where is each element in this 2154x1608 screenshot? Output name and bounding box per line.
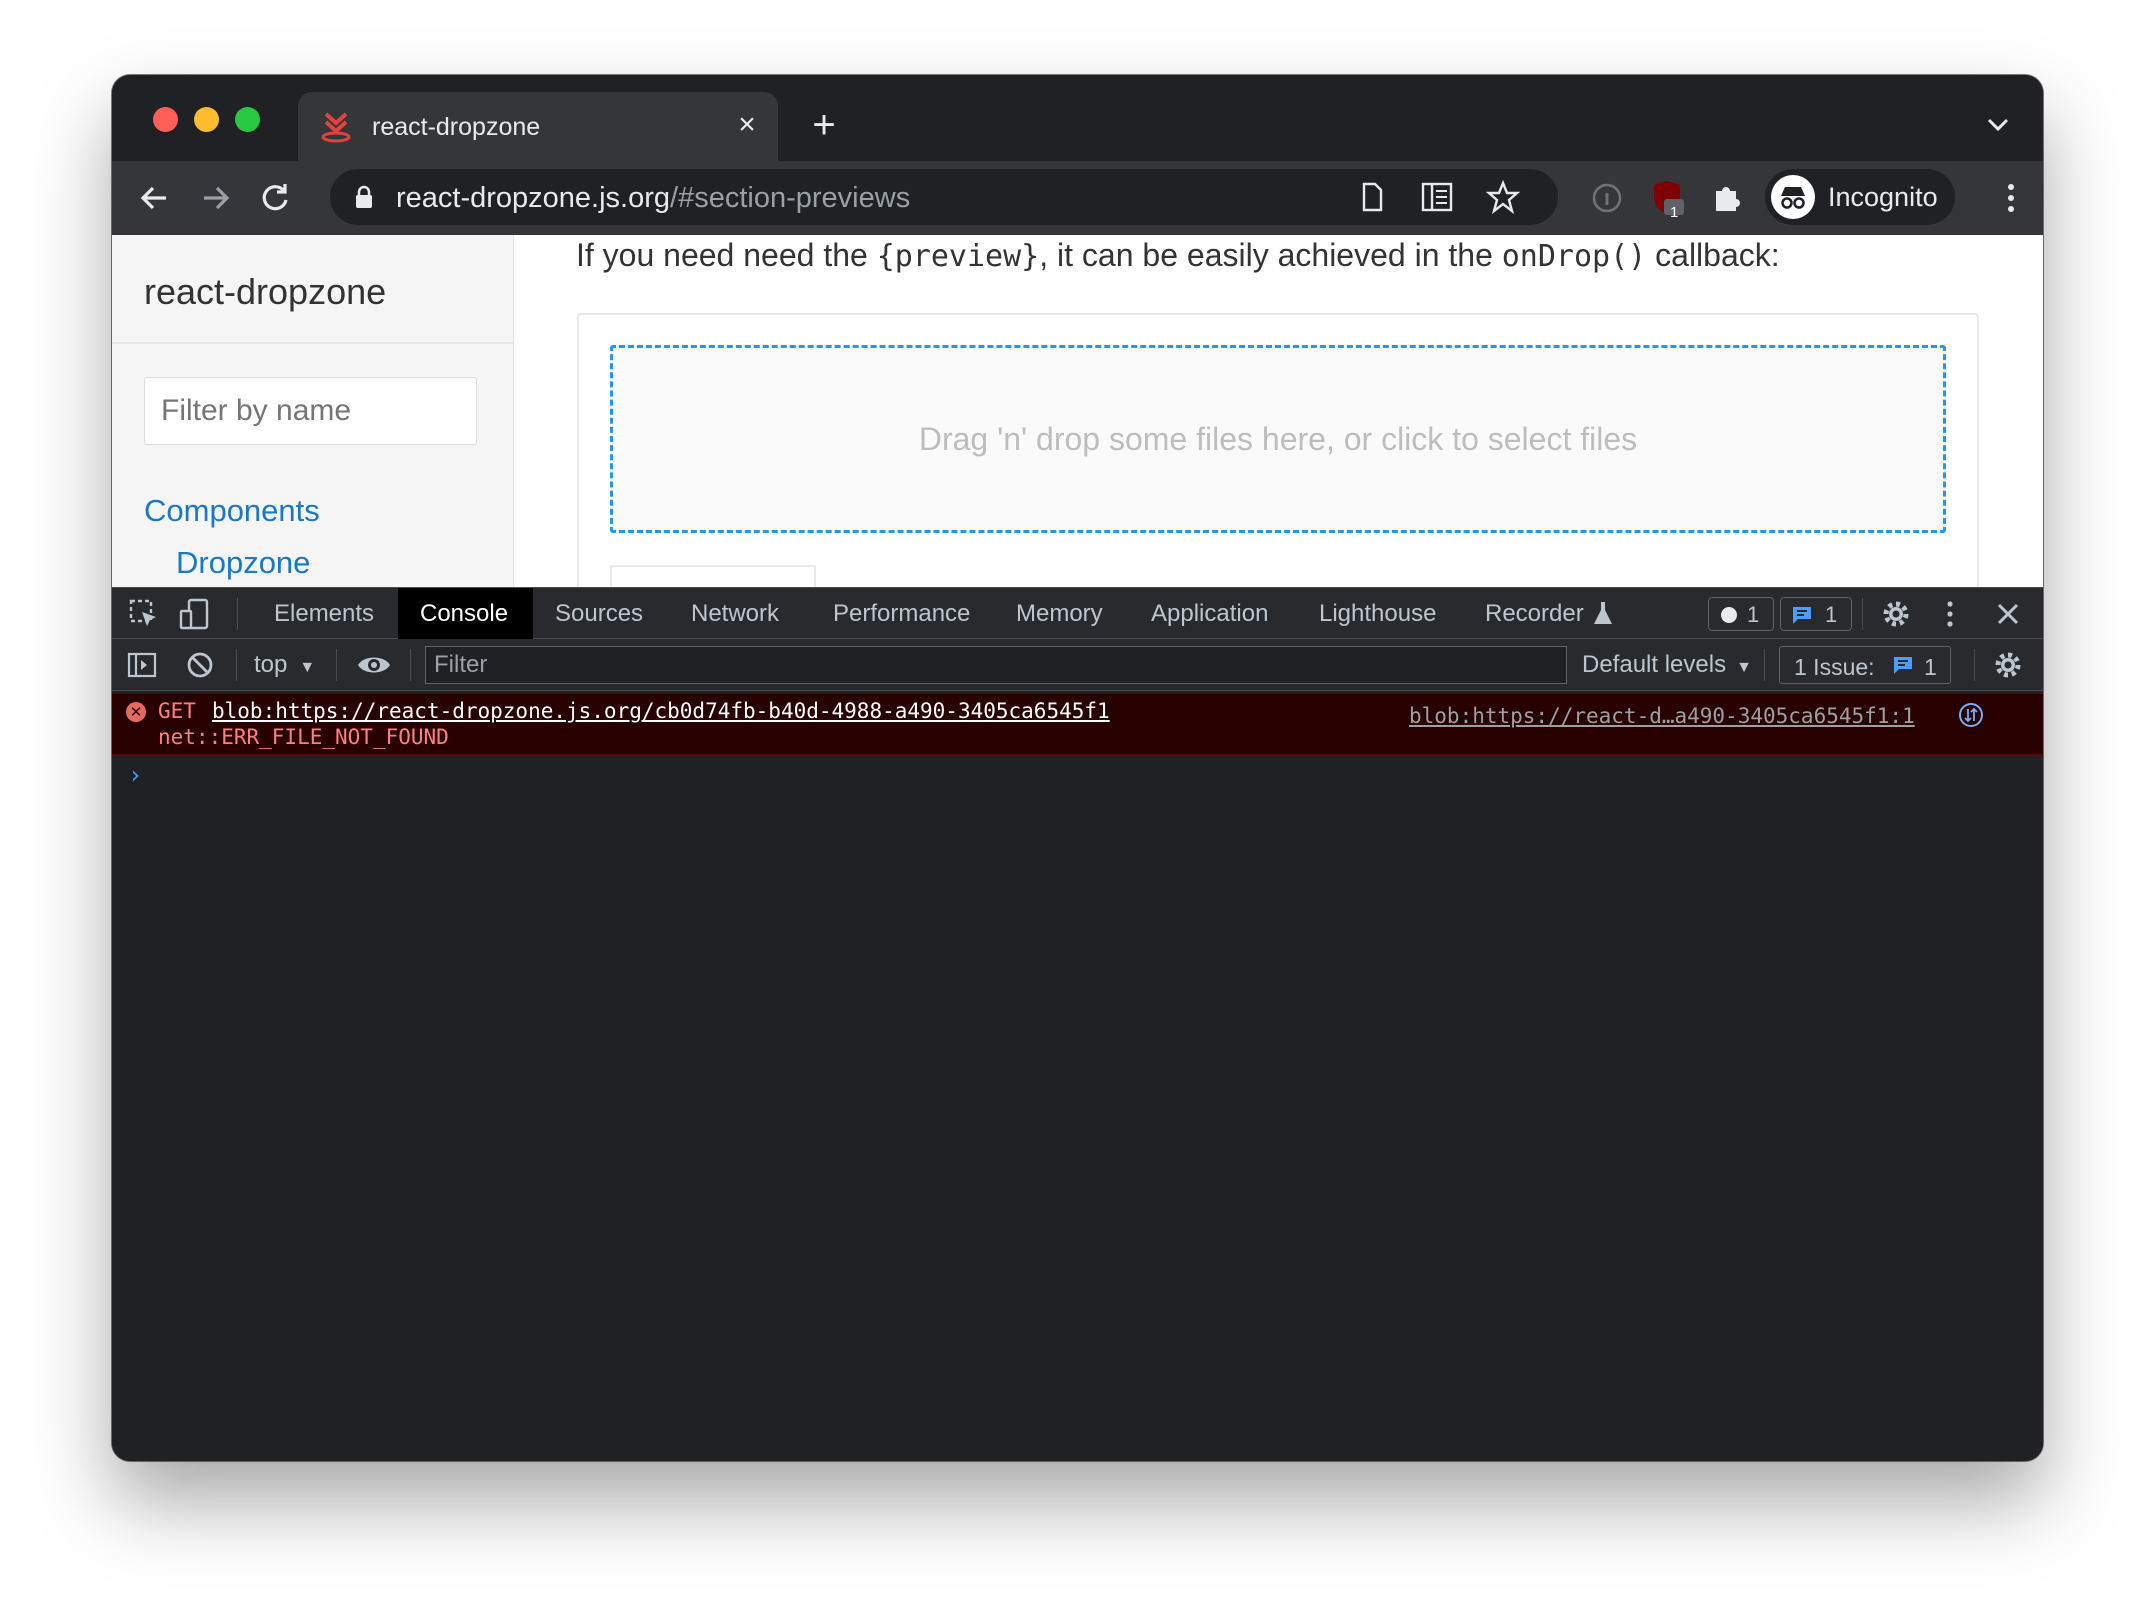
tab-sources[interactable]: Sources [555, 600, 643, 628]
info-extension-icon[interactable] [1588, 179, 1626, 217]
sidebar-link-components[interactable]: Components [144, 493, 320, 529]
tab-application[interactable]: Application [1151, 600, 1268, 628]
tab-performance[interactable]: Performance [833, 600, 970, 628]
extensions-puzzle-icon[interactable] [1708, 179, 1746, 217]
tab-title: react-dropzone [372, 113, 541, 141]
toolbar-separator [336, 649, 337, 681]
lock-icon[interactable] [354, 185, 374, 209]
incognito-label: Incognito [1828, 182, 1938, 212]
dropdown-triangle-icon: ▼ [299, 659, 316, 676]
console-error-message[interactable]: ✕ GET blob:https://react-dropzone.js.org… [112, 693, 2043, 755]
bookmark-star-icon[interactable] [1486, 180, 1520, 214]
message-count-badge[interactable]: 1 [1780, 597, 1852, 631]
issue-message-icon [1894, 657, 1912, 674]
reload-icon[interactable] [256, 179, 294, 217]
inspect-element-icon[interactable] [128, 598, 160, 630]
sidebar-title[interactable]: react-dropzone [144, 271, 386, 313]
document-icon[interactable] [1357, 181, 1387, 213]
ublock-shield-icon[interactable] [1648, 179, 1686, 217]
tab-elements[interactable]: Elements [274, 600, 374, 628]
reading-list-icon[interactable] [1420, 181, 1454, 213]
error-count: 1 [1747, 602, 1760, 627]
console-settings-gear-icon[interactable] [1992, 649, 2024, 681]
console-toolbar: top▼ Default levels▼ 1 Issue: 1 [112, 639, 2043, 691]
tab-network[interactable]: Network [691, 600, 779, 628]
console-prompt[interactable]: › [128, 761, 142, 789]
tab-memory[interactable]: Memory [1016, 600, 1103, 628]
browser-menu-kebab-icon[interactable] [1992, 179, 2030, 217]
devtools-panel: Elements Console Sources Network Perform… [112, 587, 2043, 1461]
web-page: react-dropzone Components Dropzone If yo… [112, 235, 2043, 587]
docs-sidebar: react-dropzone Components Dropzone [112, 235, 514, 587]
clear-console-icon[interactable] [184, 649, 216, 681]
close-window-button[interactable] [153, 107, 178, 132]
browser-window: react-dropzone × + react-dropzone.js.org… [112, 75, 2043, 1461]
issues-count: 1 [1924, 654, 1937, 680]
browser-toolbar: react-dropzone.js.org/#section-previews [112, 161, 2043, 235]
toolbar-separator [1764, 649, 1765, 681]
toolbar-separator [410, 649, 411, 681]
sidebar-link-dropzone[interactable]: Dropzone [176, 545, 310, 581]
error-source-link[interactable]: blob:https://react-d…a490-3405ca6545f1:1 [1409, 704, 1915, 728]
address-bar[interactable]: react-dropzone.js.org/#section-previews [330, 169, 1558, 225]
toolbar-separator [1974, 649, 1975, 681]
context-selector[interactable]: top ▼ [254, 651, 315, 679]
back-arrow-icon[interactable] [136, 179, 174, 217]
show-sidebar-icon[interactable] [126, 649, 158, 681]
tab-lighthouse[interactable]: Lighthouse [1319, 600, 1436, 628]
toolbar-separator [1862, 598, 1863, 630]
tab-strip: react-dropzone × + [112, 75, 2043, 161]
issues-label: 1 Issue: [1794, 654, 1875, 680]
message-count: 1 [1825, 602, 1838, 627]
dropzone-favicon-icon [321, 112, 351, 143]
close-devtools-icon[interactable] [1992, 598, 2024, 630]
error-url-link[interactable]: blob:https://react-dropzone.js.org/cb0d7… [212, 699, 1110, 723]
message-icon [1793, 607, 1811, 624]
network-request-icon[interactable] [1958, 702, 1984, 728]
devtools-menu-kebab-icon[interactable] [1934, 598, 1966, 630]
error-detail: net::ERR_FILE_NOT_FOUND [158, 725, 449, 749]
minimize-window-button[interactable] [194, 107, 219, 132]
error-dot-icon [1721, 607, 1737, 623]
sidebar-divider [112, 342, 513, 344]
issues-button[interactable]: 1 Issue: 1 [1779, 646, 1951, 684]
filter-by-name-input[interactable] [144, 377, 477, 445]
request-method: GET [158, 699, 196, 723]
new-tab-button[interactable]: + [804, 105, 844, 145]
incognito-profile-button[interactable]: Incognito [1765, 169, 1955, 225]
experimental-flask-icon [1594, 602, 1612, 624]
zoom-window-button[interactable] [235, 107, 260, 132]
devtools-tab-bar: Elements Console Sources Network Perform… [112, 587, 2043, 639]
close-tab-icon[interactable]: × [730, 108, 764, 142]
dropdown-triangle-icon: ▼ [1736, 659, 1752, 676]
file-dropzone[interactable]: Drag 'n' drop some files here, or click … [610, 345, 1946, 533]
ublock-count-badge: 1 [1670, 204, 1679, 221]
forward-arrow-icon[interactable] [196, 179, 234, 217]
settings-gear-icon[interactable] [1880, 598, 1912, 630]
error-count-badge[interactable]: 1 [1708, 597, 1774, 631]
incognito-icon [1771, 175, 1815, 219]
log-levels-dropdown[interactable]: Default levels ▼ [1582, 651, 1752, 679]
dropzone-instructions: Drag 'n' drop some files here, or click … [918, 421, 1638, 457]
toolbar-separator [237, 598, 238, 630]
tab-search-chevron-icon[interactable] [1983, 109, 2013, 139]
live-expression-eye-icon[interactable] [356, 649, 392, 681]
toolbar-separator [236, 649, 237, 681]
browser-tab[interactable]: react-dropzone × [298, 92, 778, 161]
preview-thumbnail [610, 565, 816, 587]
device-toolbar-icon[interactable] [178, 598, 210, 630]
intro-paragraph: If you need need the {preview}, it can b… [576, 237, 1780, 274]
error-x-icon: ✕ [126, 702, 146, 722]
tab-recorder[interactable]: Recorder [1485, 600, 1584, 628]
url-text: react-dropzone.js.org/#section-previews [396, 182, 911, 214]
tab-console[interactable]: Console [398, 588, 533, 639]
console-filter-input[interactable] [425, 646, 1567, 684]
